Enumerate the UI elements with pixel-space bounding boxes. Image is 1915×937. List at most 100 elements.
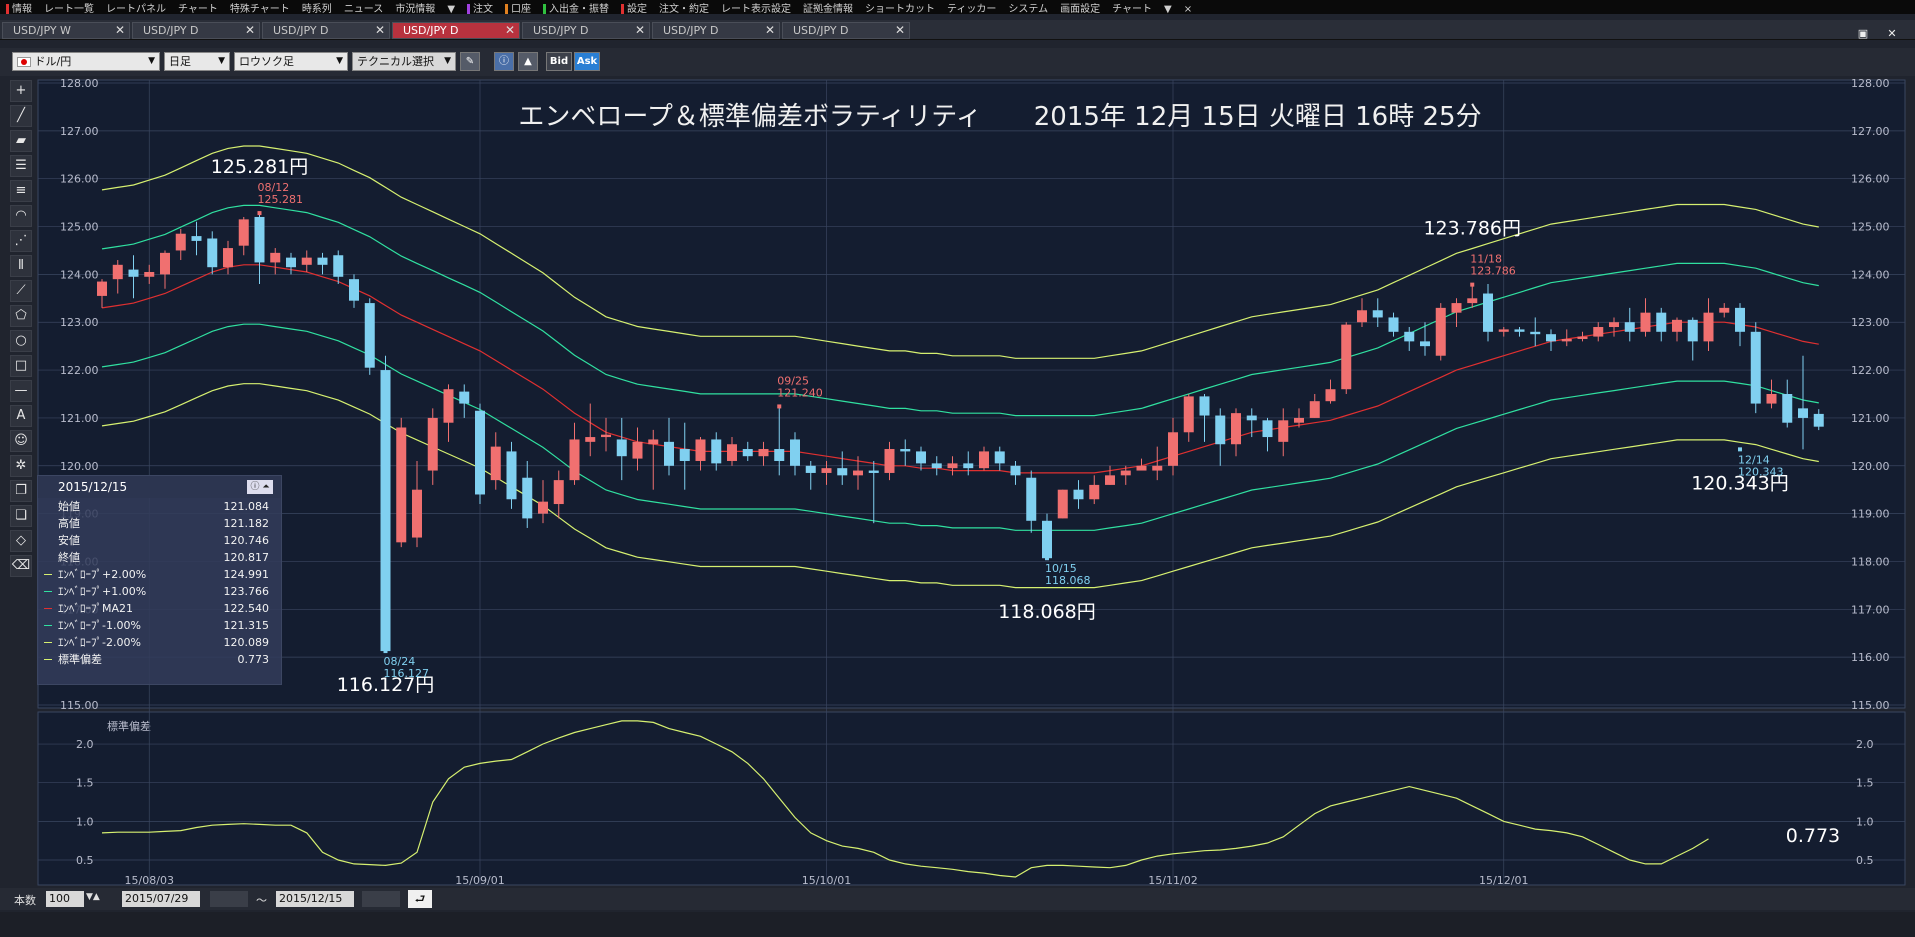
info-row: 終値 120.817	[38, 549, 281, 566]
candle-body	[1073, 489, 1084, 500]
range-bar: 本数 100 ▼▲ 2015/07/29 ～ 2015/12/15 ⮐	[0, 888, 1915, 910]
info-row-value: 120.089	[223, 636, 270, 649]
candle-body	[128, 269, 139, 277]
info-row-label: ｴﾝﾍﾞﾛｰﾌﾟ-2.00%	[58, 636, 141, 649]
candle-body	[1199, 396, 1210, 416]
candle-body	[1246, 415, 1257, 421]
candle-body	[1057, 489, 1068, 519]
from-time-input[interactable]	[210, 891, 248, 907]
candle-body	[758, 449, 769, 457]
candle-body	[1782, 394, 1793, 423]
candle-body	[254, 216, 265, 263]
candle-body	[538, 501, 548, 514]
return-icon[interactable]: ⮐	[408, 890, 432, 908]
y-tick-label: 128.00	[60, 77, 99, 90]
count-label: 本数	[14, 894, 36, 907]
candle-body	[1026, 477, 1037, 521]
candle-body	[412, 489, 422, 538]
candle-body	[1105, 475, 1115, 485]
candle-body	[711, 439, 722, 464]
candle-body	[727, 444, 737, 461]
y-tick-label-right: 122.00	[1851, 364, 1890, 377]
price-annotation: 118.068円	[998, 601, 1096, 623]
y-tick-label-right: 126.00	[1851, 173, 1890, 186]
extreme-price-label: 123.786	[1470, 265, 1516, 278]
candle-body	[1735, 307, 1745, 332]
candle-body	[853, 470, 863, 476]
y-tick-label: 121.00	[60, 412, 99, 425]
candle-body	[1010, 465, 1021, 476]
candle-body	[900, 449, 911, 452]
info-row: ｴﾝﾍﾞﾛｰﾌﾟ+1.00% 123.766	[38, 583, 281, 600]
y-tick-label: 125.00	[60, 221, 99, 234]
count-input[interactable]: 100	[46, 891, 84, 907]
extreme-marker	[1470, 282, 1475, 287]
info-row-value: 122.540	[223, 602, 270, 615]
candle-body	[191, 236, 202, 241]
info-panel-date: 2015/12/15	[58, 480, 128, 494]
extreme-marker	[777, 404, 782, 409]
candle-body	[301, 257, 312, 265]
series-swatch	[44, 591, 52, 592]
candle-body	[1609, 322, 1619, 328]
series-swatch	[44, 659, 52, 660]
info-row-label: ｴﾝﾍﾞﾛｰﾌﾟ+1.00%	[58, 585, 147, 598]
info-row: ｴﾝﾍﾞﾛｰﾌﾟMA21 122.540	[38, 600, 281, 617]
to-time-input[interactable]	[362, 891, 400, 907]
info-row: ｴﾝﾍﾞﾛｰﾌﾟ-2.00% 120.089	[38, 634, 281, 651]
candle-body	[1341, 324, 1352, 390]
y-tick-label-right: 119.00	[1851, 508, 1890, 521]
panel-toggle-icon[interactable]: ⓘ ⏶	[247, 480, 273, 494]
candle-body	[1640, 312, 1651, 332]
candle-body	[553, 480, 564, 505]
count-spin-icon[interactable]: ▼▲	[86, 892, 100, 902]
series-swatch	[44, 625, 52, 626]
y-tick-label: 127.00	[60, 125, 99, 138]
info-row: 高値 121.182	[38, 515, 281, 532]
from-date-input[interactable]: 2015/07/29	[122, 891, 200, 907]
candle-body	[1388, 317, 1399, 332]
candle-body	[286, 257, 296, 268]
candle-body	[1404, 331, 1415, 342]
sd-tick-label: 0.5	[76, 854, 94, 867]
info-row-label: 安値	[58, 534, 80, 547]
candle-body	[1372, 310, 1383, 318]
price-chart[interactable]: 115.00115.00116.00116.00117.00117.00118.…	[0, 0, 1915, 937]
extreme-price-label: 118.068	[1045, 574, 1091, 587]
extreme-marker	[257, 211, 262, 216]
price-annotation: 123.786円	[1423, 218, 1521, 240]
x-tick-label: 15/11/02	[1148, 874, 1197, 887]
info-row-value: 0.773	[237, 653, 270, 666]
candle-body	[569, 439, 580, 481]
y-tick-label-right: 124.00	[1851, 268, 1890, 281]
info-row-label: 終値	[58, 551, 80, 564]
candle-body	[1309, 401, 1320, 418]
candle-body	[1435, 307, 1446, 356]
series-swatch	[44, 574, 52, 575]
x-tick-label: 15/10/01	[802, 874, 851, 887]
candle-body	[207, 238, 218, 268]
candle-body	[1577, 336, 1588, 339]
candle-body	[1593, 327, 1604, 337]
sd-tick-label-right: 1.0	[1856, 815, 1874, 828]
candle-body	[1750, 331, 1761, 404]
info-row-label: 標準偏差	[58, 653, 102, 666]
candle-body	[585, 437, 596, 442]
candle-body	[821, 468, 832, 473]
candle-body	[947, 463, 958, 469]
candle-body	[868, 470, 879, 473]
candle-body	[695, 439, 706, 461]
candle-body	[916, 451, 926, 464]
info-row-label: 始値	[58, 500, 80, 513]
candle-body	[1766, 394, 1777, 404]
candle-body	[1278, 420, 1289, 442]
info-row: 安値 120.746	[38, 532, 281, 549]
y-tick-label: 123.00	[60, 316, 99, 329]
y-tick-label-right: 120.00	[1851, 460, 1890, 473]
candle-body	[364, 303, 375, 368]
info-row: ｴﾝﾍﾞﾛｰﾌﾟ-1.00% 121.315	[38, 617, 281, 634]
to-date-input[interactable]: 2015/12/15	[276, 891, 354, 907]
sd-tick-label: 2.0	[76, 738, 94, 751]
sd-tick-label-right: 2.0	[1856, 738, 1874, 751]
candle-body	[160, 252, 170, 275]
